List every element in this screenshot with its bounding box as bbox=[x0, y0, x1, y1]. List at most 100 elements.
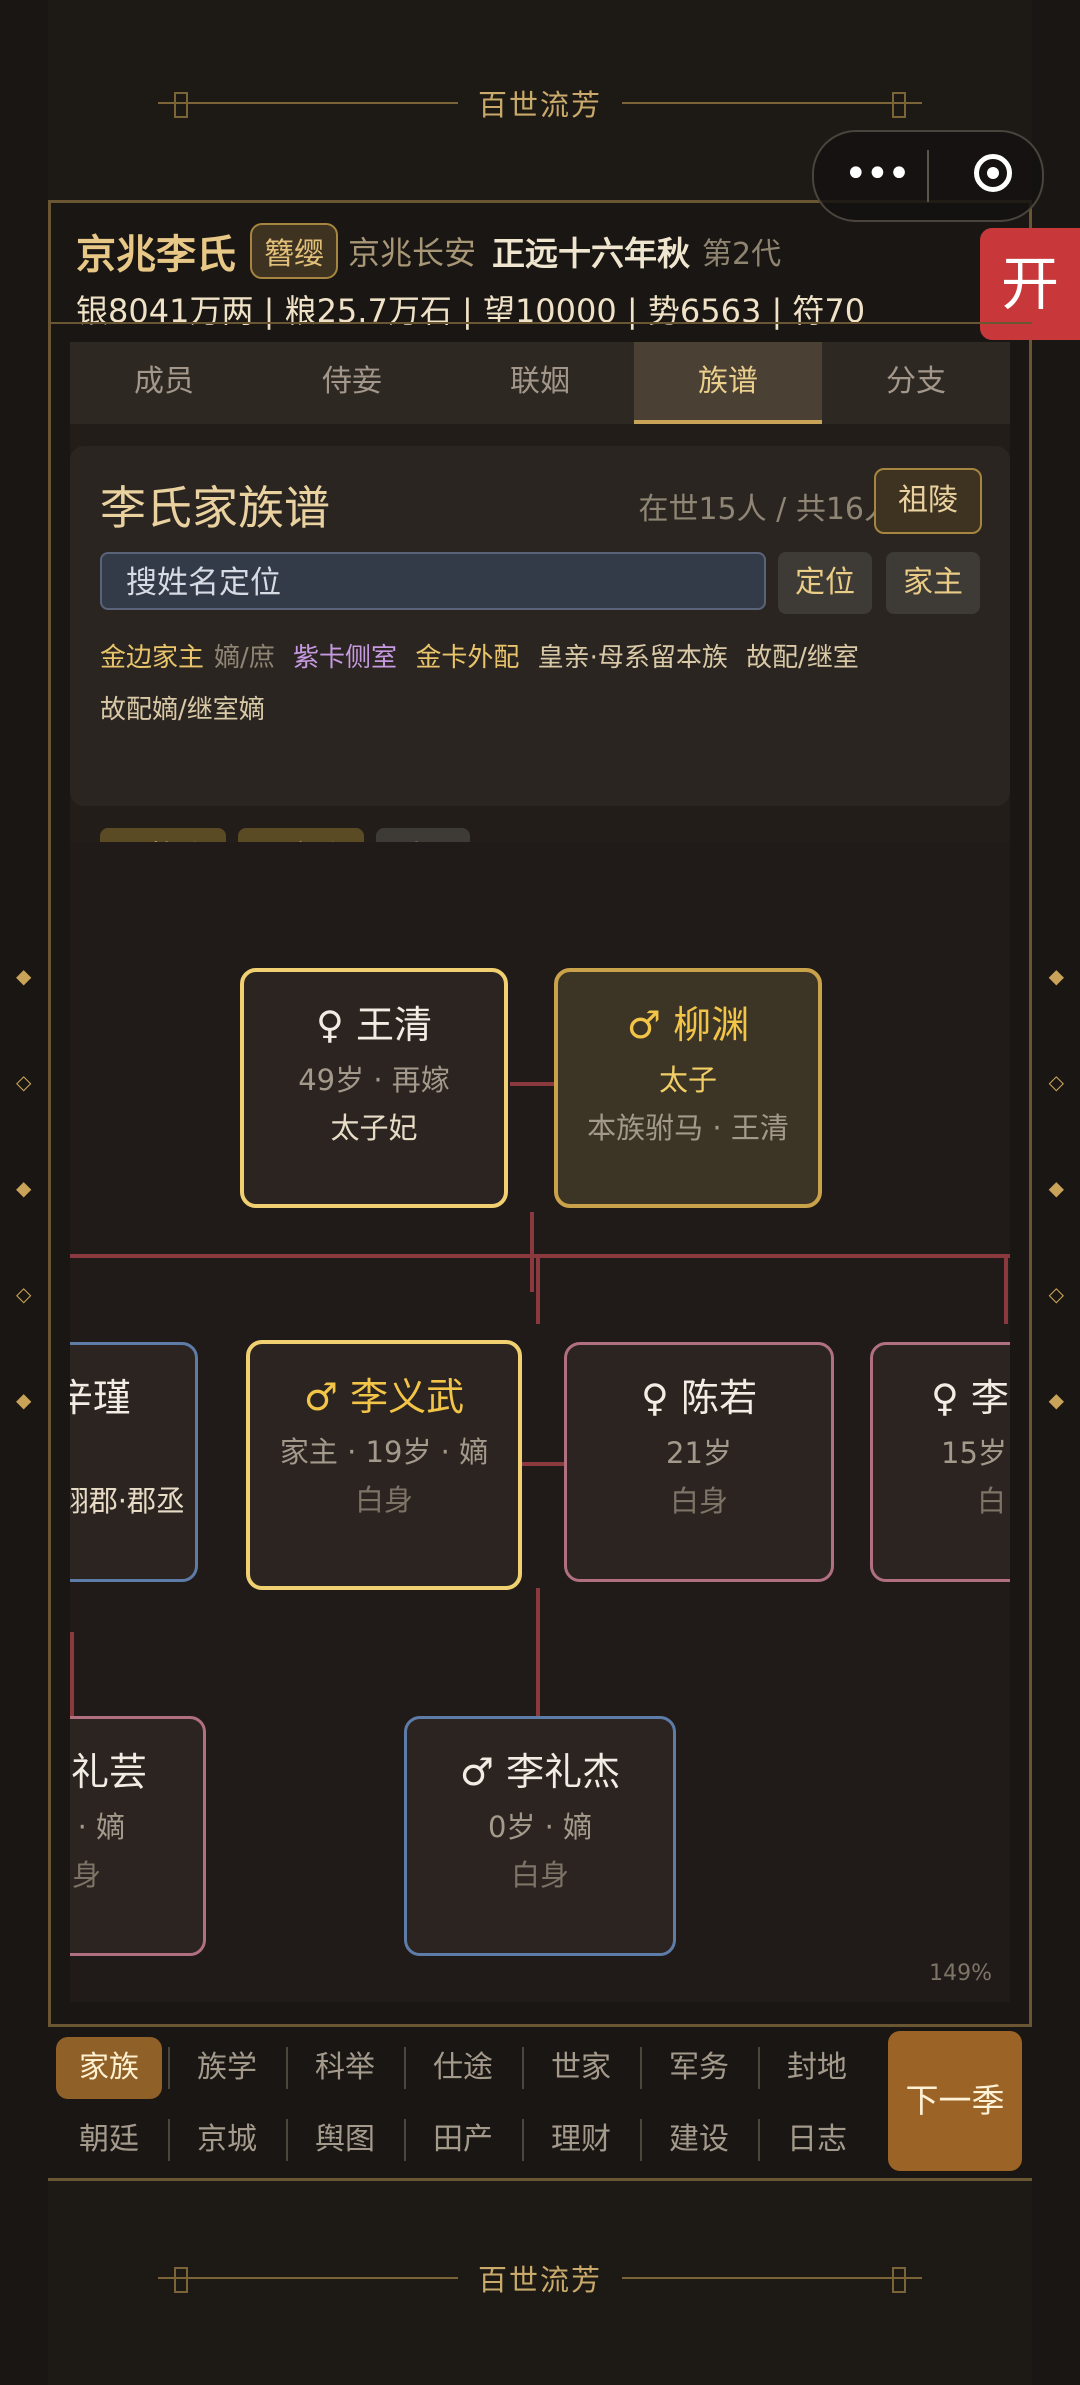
member-node-xinjin[interactable]: 辛瑾 4岁 翊郡·郡丞 bbox=[70, 1342, 198, 1582]
nav-divider bbox=[640, 2119, 642, 2161]
member-info: · 嫡 bbox=[77, 1810, 125, 1844]
member-info: 21岁 bbox=[666, 1436, 732, 1470]
tab-marriage[interactable]: 联姻 bbox=[446, 342, 634, 424]
legend-gold-border: 金边家主 bbox=[100, 643, 205, 673]
nav-divider bbox=[286, 2047, 288, 2089]
tab-concubines[interactable]: 侍妾 bbox=[258, 342, 446, 424]
diamond-icon: ◆ bbox=[16, 1176, 32, 1200]
diamond-outline-icon: ◇ bbox=[1048, 1070, 1064, 1094]
tree-edge bbox=[70, 1632, 74, 1716]
member-node-wangqing[interactable]: ♀ 王清 49岁 · 再嫁 太子妃 bbox=[240, 968, 508, 1208]
member-count: 在世15人 / 共16人 bbox=[638, 492, 894, 527]
member-node-liyiwu[interactable]: ♂ 李义武 家主 · 19岁 · 嫡 白身 bbox=[246, 1340, 522, 1590]
family-head-button[interactable]: 家主 bbox=[886, 552, 980, 614]
nav-divider bbox=[640, 2047, 642, 2089]
nav-career[interactable]: 仕途 bbox=[410, 2037, 516, 2099]
member-info: 0岁 · 嫡 bbox=[487, 1810, 593, 1844]
tree-edge bbox=[522, 1462, 564, 1466]
nav-exam[interactable]: 科举 bbox=[292, 2037, 398, 2099]
member-info: 太子 bbox=[658, 1063, 717, 1097]
nav-log[interactable]: 日志 bbox=[764, 2109, 870, 2171]
rank-badge: 簪缨 bbox=[250, 223, 338, 279]
diamond-icon: ◆ bbox=[1048, 1176, 1064, 1200]
member-name: ♂ 柳渊 bbox=[626, 1003, 750, 1047]
nav-military[interactable]: 军务 bbox=[646, 2037, 752, 2099]
tab-bar: 成员 侍妾 联姻 族谱 分支 bbox=[70, 342, 1010, 424]
member-info: 15岁 bbox=[941, 1436, 1007, 1470]
nav-clans[interactable]: 世家 bbox=[528, 2037, 634, 2099]
nav-school[interactable]: 族学 bbox=[174, 2037, 280, 2099]
generation: 第2代 bbox=[702, 237, 782, 272]
nav-divider bbox=[522, 2119, 524, 2161]
member-node-liuyuan[interactable]: ♂ 柳渊 太子 本族驸马 · 王清 bbox=[554, 968, 822, 1208]
nav-family[interactable]: 家族 bbox=[56, 2037, 162, 2099]
member-title: 本族驸马 · 王清 bbox=[587, 1111, 789, 1145]
tree-edge bbox=[536, 1254, 540, 1324]
member-name: 辛瑾 bbox=[70, 1376, 131, 1420]
member-info: 49岁 · 再嫁 bbox=[298, 1063, 450, 1097]
target-icon[interactable] bbox=[974, 154, 1012, 192]
member-title: 白身 bbox=[669, 1484, 728, 1518]
member-title: 白身 bbox=[354, 1483, 413, 1517]
member-title: 翊郡·郡丞 bbox=[70, 1484, 185, 1518]
diamond-icon: ◆ bbox=[1048, 964, 1064, 988]
legend: 金边家主 嫡/庶 紫卡侧室 金卡外配 皇亲·母系留本族 故配/继室 故配嫡/继室嫡 bbox=[100, 632, 980, 736]
member-title: 白身 bbox=[510, 1858, 569, 1892]
tab-branches[interactable]: 分支 bbox=[822, 342, 1010, 424]
header-divider bbox=[48, 322, 1032, 324]
nav-divider bbox=[758, 2047, 760, 2089]
nav-court[interactable]: 朝廷 bbox=[56, 2109, 162, 2171]
member-name: ♀ 王清 bbox=[316, 1003, 432, 1047]
legend-gold-card: 金卡外配 bbox=[415, 643, 520, 673]
tree-edge bbox=[536, 1588, 540, 1716]
capsule-divider bbox=[927, 150, 929, 202]
bottom-nav: 家族 族学 科举 仕途 世家 军务 封地 朝廷 京城 舆图 田产 理财 建设 日… bbox=[48, 2024, 1032, 2181]
tab-members[interactable]: 成员 bbox=[70, 342, 258, 424]
genealogy-card: 李氏家族谱 在世15人 / 共16人 祖陵 搜姓名定位 定位 家主 金边家主 嫡/… bbox=[70, 446, 1010, 888]
diamond-outline-icon: ◇ bbox=[16, 1070, 32, 1094]
tree-edge bbox=[530, 1212, 534, 1292]
family-name: 京兆李氏 bbox=[76, 232, 236, 278]
nav-build[interactable]: 建设 bbox=[646, 2109, 752, 2171]
nav-map[interactable]: 舆图 bbox=[292, 2109, 398, 2171]
diamond-icon: ◆ bbox=[1048, 1388, 1064, 1412]
diamond-icon: ◆ bbox=[16, 1388, 32, 1412]
main-panel: 成员 侍妾 联姻 族谱 分支 李氏家族谱 在世15人 / 共16人 祖陵 搜姓名… bbox=[70, 342, 1010, 2002]
member-node-li4[interactable]: ♀ 李 15岁 白 bbox=[870, 1342, 1010, 1582]
family-tree[interactable]: ♀ 王清 49岁 · 再嫁 太子妃 ♂ 柳渊 太子 本族驸马 · 王清 辛瑾 4… bbox=[70, 842, 1010, 2002]
diamond-outline-icon: ◇ bbox=[16, 1282, 32, 1306]
tree-edge bbox=[1004, 1254, 1008, 1324]
nav-divider bbox=[758, 2119, 760, 2161]
more-dots-icon[interactable]: ••• bbox=[844, 154, 911, 194]
tree-edge bbox=[510, 1082, 554, 1086]
nav-finance[interactable]: 理财 bbox=[528, 2109, 634, 2171]
nav-divider bbox=[168, 2047, 170, 2089]
member-title: 白 bbox=[977, 1484, 1007, 1518]
tab-genealogy[interactable]: 族谱 bbox=[634, 342, 822, 424]
bottom-banner: 百世流芳 bbox=[48, 2178, 1032, 2385]
nav-fief[interactable]: 封地 bbox=[764, 2037, 870, 2099]
member-node-chenruo[interactable]: ♀ 陈若 21岁 白身 bbox=[564, 1342, 834, 1582]
nav-farmland[interactable]: 田产 bbox=[410, 2109, 516, 2171]
member-info: 家主 · 19岁 · 嫡 bbox=[279, 1435, 489, 1469]
member-name: ♀ 李 bbox=[931, 1376, 1009, 1420]
diamond-outline-icon: ◇ bbox=[1048, 1282, 1064, 1306]
nav-divider bbox=[168, 2119, 170, 2161]
diamond-icon: ◆ bbox=[16, 964, 32, 988]
banner-cap-right bbox=[892, 92, 906, 118]
member-node-lilijie[interactable]: ♂ 李礼杰 0岁 · 嫡 白身 bbox=[404, 1716, 676, 1956]
next-season-button[interactable]: 下一季 bbox=[888, 2031, 1022, 2171]
locate-button[interactable]: 定位 bbox=[778, 552, 872, 614]
member-node-liliyun[interactable]: 礼芸 · 嫡 身 bbox=[70, 1716, 206, 1956]
search-input[interactable]: 搜姓名定位 bbox=[100, 552, 766, 610]
nav-divider bbox=[404, 2119, 406, 2161]
member-name: 礼芸 bbox=[70, 1750, 147, 1794]
member-title: 身 bbox=[71, 1858, 101, 1892]
mini-program-capsule: ••• bbox=[812, 130, 1044, 222]
ancestral-tomb-button[interactable]: 祖陵 bbox=[874, 468, 982, 534]
banner-cap-right bbox=[892, 2267, 906, 2293]
member-name: ♂ 李义武 bbox=[303, 1375, 465, 1419]
legend-main-side: 嫡/庶 bbox=[214, 643, 275, 673]
nav-capital[interactable]: 京城 bbox=[174, 2109, 280, 2171]
nav-divider bbox=[522, 2047, 524, 2089]
